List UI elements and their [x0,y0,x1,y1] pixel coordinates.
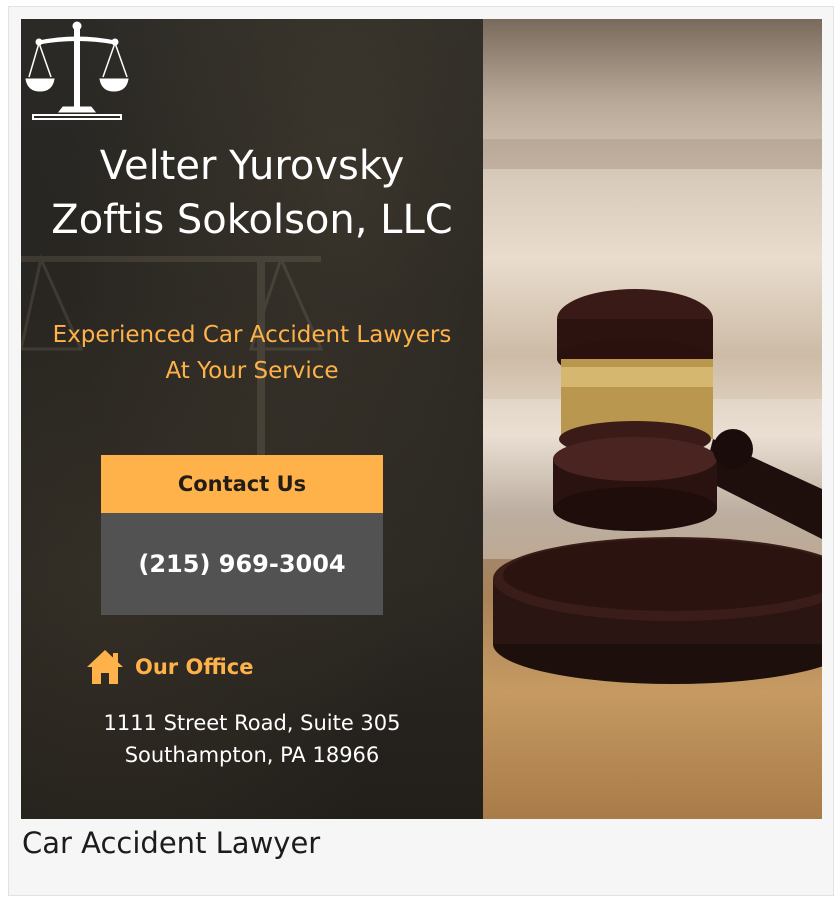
office-address: 1111 Street Road, Suite 305 Southampton,… [21,707,483,771]
tagline-line1: Experienced Car Accident Lawyers [52,322,452,348]
gavel-photo [483,19,822,819]
home-icon [87,650,123,684]
tagline: Experienced Car Accident Lawyers At Your… [21,317,483,389]
address-line1: 1111 Street Road, Suite 305 [103,711,401,735]
office-title: Our Office [135,655,254,679]
phone-number[interactable]: (215) 969-3004 [101,513,383,615]
left-panel: Velter Yurovsky Zoftis Sokolson, LLC Exp… [21,19,483,819]
banner-image: Velter Yurovsky Zoftis Sokolson, LLC Exp… [21,19,822,819]
firm-name: Velter Yurovsky Zoftis Sokolson, LLC [21,139,483,247]
image-caption: Car Accident Lawyer [22,826,321,860]
firm-name-line1: Velter Yurovsky [99,143,405,189]
office-heading: Our Office [85,647,253,687]
tagline-line2: At Your Service [165,358,339,384]
firm-name-line2: Zoftis Sokolson, LLC [51,197,453,243]
contact-us-button[interactable]: Contact Us [101,455,383,513]
scales-of-justice-icon [25,21,129,120]
gavel-icon [483,139,822,684]
address-line2: Southampton, PA 18966 [124,743,380,767]
